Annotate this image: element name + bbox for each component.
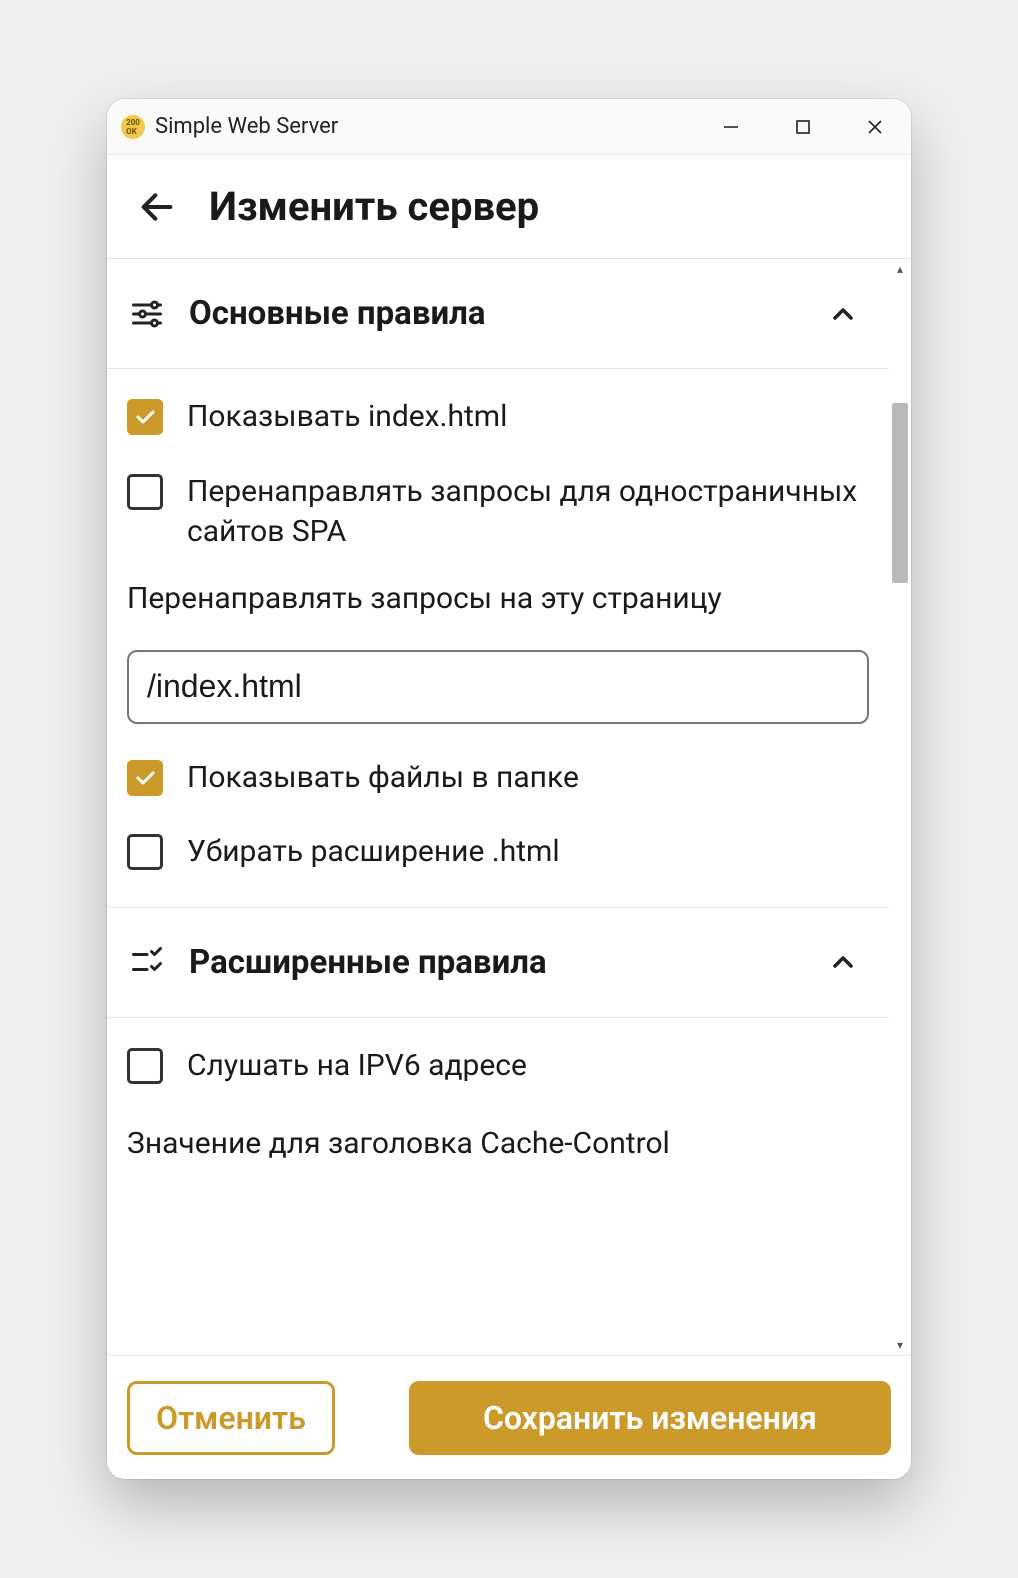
label-strip-html: Убирать расширение .html [187,832,560,873]
label-cache-control: Значение для заголовка Cache-Control [127,1120,869,1161]
check-icon [133,405,157,429]
page-title: Изменить сервер [209,183,539,230]
maximize-button[interactable] [767,99,839,155]
cancel-button-label: Отменить [156,1399,306,1437]
checklist-icon [129,944,165,980]
option-show-index[interactable]: Показывать index.html [127,397,869,438]
scroll-up-icon[interactable]: ▴ [889,259,911,279]
save-button[interactable]: Сохранить изменения [409,1381,891,1455]
label-redirect-page: Перенаправлять запросы на эту страницу [127,581,869,616]
cancel-button[interactable]: Отменить [127,1381,335,1455]
scrollbar-thumb[interactable] [892,403,908,583]
page-header: Изменить сервер [107,155,911,259]
app-icon: 200OK [121,115,145,139]
titlebar: 200OK Simple Web Server [107,99,911,155]
option-spa-redirect[interactable]: Перенаправлять запросы для одностраничны… [127,472,869,553]
checkbox-ipv6[interactable] [127,1048,163,1084]
checkbox-strip-html[interactable] [127,834,163,870]
maximize-icon [794,118,812,136]
minimize-button[interactable] [695,99,767,155]
section-basic-header[interactable]: Основные правила [107,259,889,369]
chevron-up-icon [827,298,859,330]
scroll-down-icon[interactable]: ▾ [889,1335,911,1355]
option-show-files[interactable]: Показывать файлы в папке [127,758,869,799]
label-show-files: Показывать файлы в папке [187,758,579,799]
close-button[interactable] [839,99,911,155]
section-basic-body: Показывать index.html Перенаправлять зап… [107,369,889,908]
section-advanced-header[interactable]: Расширенные правила [107,908,889,1018]
section-basic-title: Основные правила [189,294,803,333]
save-button-label: Сохранить изменения [483,1399,817,1437]
footer: Отменить Сохранить изменения [107,1355,911,1479]
checkbox-spa-redirect[interactable] [127,474,163,510]
close-icon [866,118,884,136]
content-scroll-wrap: Основные правила Показывать index.html [107,259,911,1355]
content-area: Основные правила Показывать index.html [107,259,889,1355]
label-ipv6: Слушать на IPV6 адресе [187,1046,527,1087]
check-icon [133,766,157,790]
section-advanced-title: Расширенные правила [189,943,803,982]
tune-icon [129,296,165,332]
window-title: Simple Web Server [155,114,338,139]
arrow-left-icon [137,187,177,227]
scrollbar[interactable]: ▴ ▾ [889,259,911,1355]
app-window: 200OK Simple Web Server Изменить сервер … [107,99,911,1479]
input-redirect-page[interactable] [127,650,869,724]
checkbox-show-files[interactable] [127,760,163,796]
checkbox-show-index[interactable] [127,399,163,435]
option-ipv6[interactable]: Слушать на IPV6 адресе [127,1046,869,1087]
label-spa-redirect: Перенаправлять запросы для одностраничны… [187,472,869,553]
option-strip-html[interactable]: Убирать расширение .html [127,832,869,873]
chevron-up-icon [827,946,859,978]
section-advanced-body: Слушать на IPV6 адресе Значение для заго… [107,1018,889,1166]
minimize-icon [722,118,740,136]
label-show-index: Показывать index.html [187,397,507,438]
back-button[interactable] [135,185,179,229]
